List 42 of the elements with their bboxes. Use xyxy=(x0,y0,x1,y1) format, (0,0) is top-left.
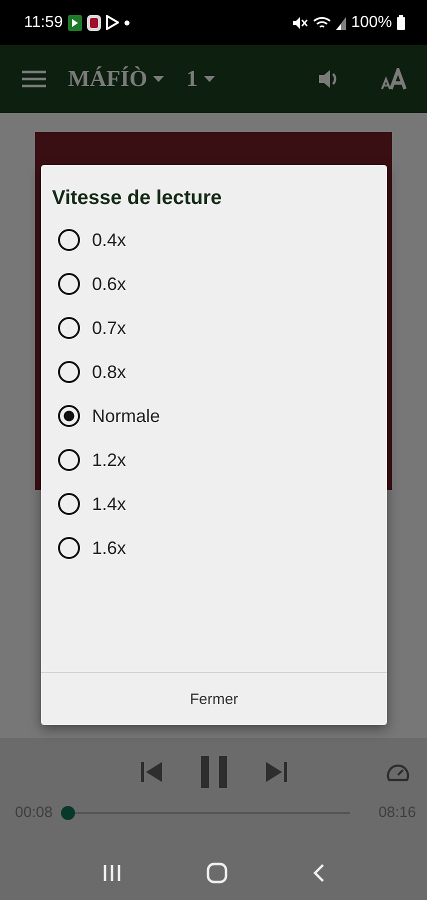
pause-icon[interactable] xyxy=(200,756,228,788)
speed-option[interactable]: 0.4x xyxy=(41,218,387,262)
radio-button[interactable] xyxy=(58,273,80,295)
chapter-dropdown[interactable]: 1 xyxy=(186,66,215,92)
battery-level: 100% xyxy=(351,14,392,32)
speed-option[interactable]: Normale xyxy=(41,394,387,438)
app-notification-icon xyxy=(68,14,82,30)
dialog-title: Vitesse de lecture xyxy=(52,187,223,210)
speed-option[interactable]: 1.2x xyxy=(41,438,387,482)
radio-button[interactable] xyxy=(58,229,80,251)
recent-apps-icon[interactable] xyxy=(102,864,122,882)
close-button[interactable]: Fermer xyxy=(170,682,258,716)
clock: 11:59 xyxy=(24,14,63,32)
radio-button[interactable] xyxy=(58,405,80,427)
back-icon[interactable] xyxy=(312,862,325,882)
radio-button[interactable] xyxy=(58,449,80,471)
radio-button[interactable] xyxy=(58,493,80,515)
menu-icon[interactable] xyxy=(22,70,46,88)
speed-option[interactable]: 1.6x xyxy=(41,526,387,570)
caret-icon xyxy=(204,76,215,82)
battery-icon xyxy=(397,15,405,30)
skip-next-icon[interactable] xyxy=(264,760,288,784)
radio-button[interactable] xyxy=(58,317,80,339)
speed-option[interactable]: 0.8x xyxy=(41,350,387,394)
caret-icon xyxy=(153,76,164,82)
dot-icon xyxy=(124,20,130,26)
speedometer-icon[interactable] xyxy=(386,762,410,782)
skip-previous-icon[interactable] xyxy=(140,760,164,784)
mute-icon xyxy=(292,16,308,30)
play-store-icon xyxy=(106,15,119,30)
home-icon[interactable] xyxy=(206,862,228,884)
slider-thumb[interactable] xyxy=(61,806,76,820)
text-size-icon[interactable] xyxy=(381,68,409,90)
signal-icon xyxy=(336,16,346,30)
radio-button[interactable] xyxy=(58,537,80,559)
radio-button[interactable] xyxy=(58,361,80,383)
book-dropdown[interactable]: MÁFÍÒ xyxy=(68,66,164,92)
wifi-icon xyxy=(313,16,332,30)
speed-option[interactable]: 0.6x xyxy=(41,262,387,306)
app-notification-icon xyxy=(86,14,101,30)
speed-option[interactable]: 1.4x xyxy=(41,482,387,526)
speed-option[interactable]: 0.7x xyxy=(41,306,387,350)
